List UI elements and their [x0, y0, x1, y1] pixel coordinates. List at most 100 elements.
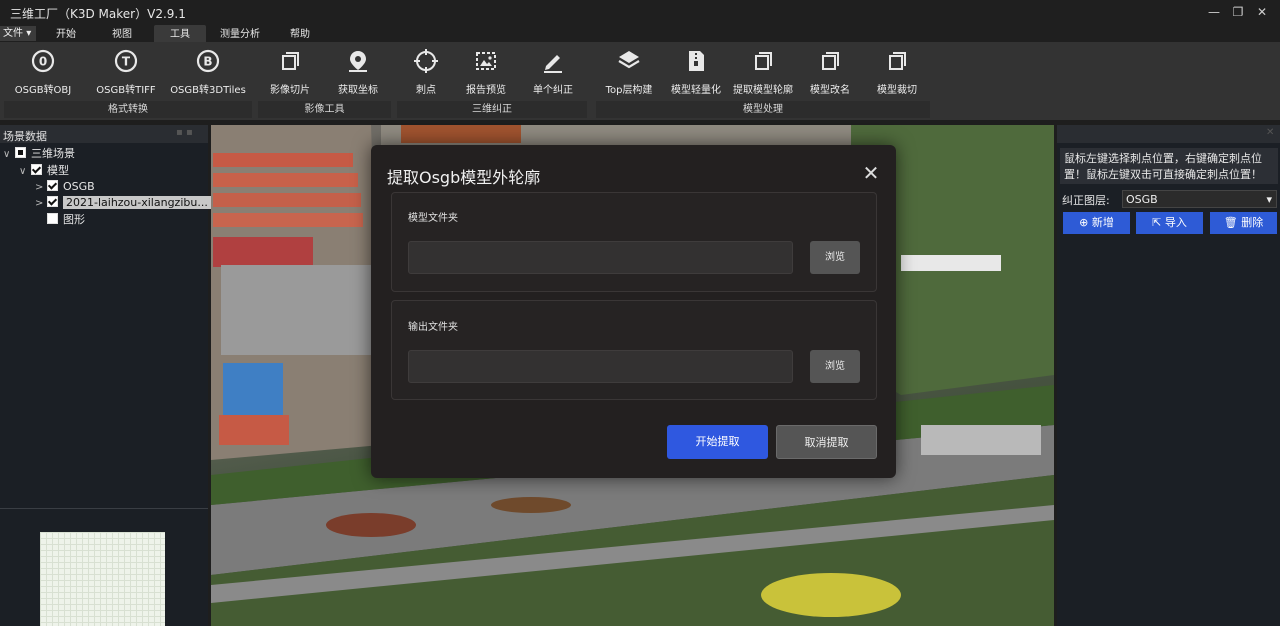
single-correction-button[interactable]: 单个纠正 [525, 48, 581, 98]
tree-node-laizhou[interactable]: >2021-laihzou-xilangzibu... [35, 195, 211, 211]
tree-checkbox[interactable] [47, 196, 58, 207]
layer-select[interactable]: OSGB ▾ [1122, 190, 1277, 208]
image-slice-button[interactable]: 影像切片 [262, 48, 318, 98]
browse-output-button[interactable]: 浏览 [810, 350, 860, 383]
instruction-text: 鼠标左键选择刺点位置，右键确定刺点位置！鼠标左键双击可直接确定刺点位置！ [1060, 148, 1278, 184]
tree-node-osgb[interactable]: > OSGB [35, 179, 95, 195]
ribbon-label: 刺点 [416, 85, 436, 96]
ribbon-label: 模型轻量化 [671, 85, 721, 96]
chevron-down-icon: ▾ [1266, 193, 1272, 206]
convert-o-icon: 0 [31, 49, 55, 73]
browse-model-button[interactable]: 浏览 [810, 241, 860, 274]
ribbon-label: OSGB转TIFF [96, 85, 156, 96]
zip-file-icon [689, 51, 704, 71]
ribbon-label: 报告预览 [466, 85, 506, 96]
ribbon-label: 获取坐标 [338, 85, 378, 96]
start-extract-button[interactable]: 开始提取 [667, 425, 768, 459]
osgb-to-tiff-button[interactable]: T OSGB转TIFF [92, 48, 160, 98]
model-lightweight-button[interactable]: 模型轻量化 [666, 48, 726, 98]
pencil-icon [544, 55, 562, 73]
location-pin-icon [349, 51, 367, 72]
import-button-label: 导入 [1164, 216, 1187, 229]
model-rename-button[interactable]: 模型改名 [802, 48, 858, 98]
osgb-to-3dtiles-button[interactable]: B OSGB转3DTiles [168, 48, 248, 98]
ribbon-label: OSGB转OBJ [14, 85, 72, 96]
extract-outline-button[interactable]: 提取模型轮廓 [730, 48, 796, 98]
ribbon-label: 影像切片 [270, 85, 310, 96]
tree-checkbox[interactable] [47, 180, 58, 191]
scene-panel-title: 场景数据 [3, 130, 47, 143]
layers-icon [618, 51, 640, 69]
panel-close-icon[interactable]: ✕ [1266, 127, 1274, 138]
slice-icon [282, 52, 299, 70]
tree-label: OSGB [63, 180, 95, 193]
crosshair-icon [414, 49, 438, 73]
osgb-to-obj-button[interactable]: 0 OSGB转OBJ [10, 48, 76, 98]
ribbon-label: 模型裁切 [877, 85, 917, 96]
file-menu[interactable]: 文件 ▾ [0, 26, 36, 41]
group-label-correction: 三维纠正 [397, 101, 587, 118]
chevron-down-icon: ▾ [26, 28, 32, 39]
ribbon-label: 单个纠正 [533, 85, 573, 96]
dialog-title: 提取Osgb模型外轮廓 [387, 168, 541, 187]
top-layer-build-button[interactable]: Top层构建 [600, 48, 658, 98]
tree-checkbox[interactable] [47, 213, 58, 224]
overview-minimap[interactable] [40, 532, 165, 626]
tree-label: 图形 [63, 213, 85, 226]
model-folder-input[interactable] [408, 241, 793, 274]
close-window-icon[interactable]: ✕ [1244, 0, 1280, 24]
output-folder-label: 输出文件夹 [408, 322, 458, 333]
ribbon-label: OSGB转3DTiles [170, 85, 246, 96]
delete-button-label: 删除 [1241, 216, 1264, 229]
add-button[interactable]: ⊕ 新增 [1063, 212, 1130, 234]
tree-label: 模型 [47, 164, 69, 177]
convert-b-icon: B [196, 49, 220, 73]
rename-icon [822, 52, 839, 70]
model-crop-button[interactable]: 模型裁切 [869, 48, 925, 98]
svg-text:0: 0 [39, 55, 47, 69]
tree-node-model[interactable]: ∨ 模型 [19, 163, 69, 179]
add-button-label: 新增 [1091, 216, 1114, 229]
puncture-point-button[interactable]: 刺点 [398, 48, 454, 98]
cancel-extract-button[interactable]: 取消提取 [776, 425, 877, 459]
image-preview-icon [476, 52, 496, 70]
import-icon: ⇱ [1152, 216, 1165, 229]
tree-checkbox[interactable] [31, 164, 42, 175]
output-folder-input[interactable] [408, 350, 793, 383]
tree-node-graphics[interactable]: 图形 [35, 212, 85, 228]
file-menu-label: 文件 [3, 28, 23, 39]
tab-view[interactable]: 视图 [100, 25, 144, 42]
svg-text:B: B [203, 55, 212, 69]
group-label-model: 模型处理 [596, 101, 930, 118]
tree-checkbox[interactable] [15, 147, 26, 158]
chevron-right-icon[interactable]: > [35, 180, 47, 196]
ribbon-label: 提取模型轮廓 [733, 85, 793, 96]
outline-icon [755, 52, 772, 70]
tab-measure[interactable]: 测量分析 [214, 25, 266, 42]
chevron-down-icon[interactable]: ∨ [19, 164, 31, 180]
svg-text:T: T [122, 55, 131, 69]
layer-label: 纠正图层: [1062, 194, 1110, 207]
tab-help[interactable]: 帮助 [276, 25, 324, 42]
model-folder-label: 模型文件夹 [408, 213, 458, 224]
crop-icon [889, 52, 906, 70]
chevron-down-icon[interactable]: ∨ [3, 147, 15, 163]
delete-button[interactable]: 🗑 删除 [1210, 212, 1277, 234]
panel-pin-icon[interactable]: ▪ ▪ [176, 127, 193, 138]
app-title: 三维工厂（K3D Maker）V2.9.1 [10, 7, 186, 21]
chevron-right-icon[interactable]: > [35, 196, 47, 212]
get-coordinate-button[interactable]: 获取坐标 [330, 48, 386, 98]
layer-select-value: OSGB [1126, 193, 1158, 206]
close-icon[interactable]: ✕ [860, 163, 882, 185]
import-button[interactable]: ⇱ 导入 [1136, 212, 1203, 234]
tab-start[interactable]: 开始 [44, 25, 88, 42]
correction-panel-header [1057, 125, 1280, 143]
ribbon-label: Top层构建 [605, 85, 653, 96]
trash-icon: 🗑 [1223, 216, 1242, 229]
tree-node-scene[interactable]: ∨ 三维场景 [3, 146, 75, 162]
report-preview-button[interactable]: 报告预览 [458, 48, 514, 98]
ribbon-label: 模型改名 [810, 85, 850, 96]
tab-tools[interactable]: 工具 [154, 25, 206, 42]
group-label-format: 格式转换 [4, 101, 252, 118]
group-label-image: 影像工具 [258, 101, 391, 118]
